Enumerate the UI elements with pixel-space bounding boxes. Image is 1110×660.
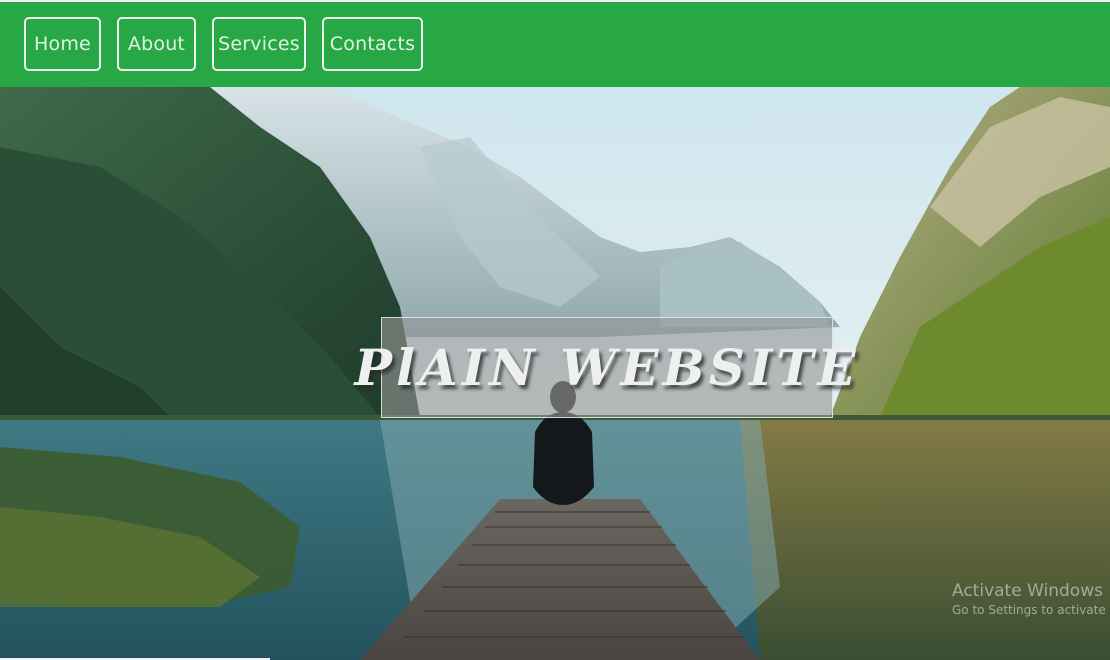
navbar: Home About Services Contacts <box>0 0 1110 87</box>
nav-about-button[interactable]: About <box>117 17 196 71</box>
activate-windows-watermark: Activate Windows Go to Settings to activ… <box>952 581 1106 617</box>
nav-list: Home About Services Contacts <box>0 2 1110 87</box>
nav-services-button[interactable]: Services <box>212 17 306 71</box>
nav-contacts-button[interactable]: Contacts <box>322 17 423 71</box>
watermark-line-2: Go to Settings to activate <box>952 603 1106 617</box>
watermark-line-1: Activate Windows <box>952 581 1103 601</box>
hero-section: PlAIN WEBSITE Activate Windows Go to Set… <box>0 87 1110 660</box>
nav-home-button[interactable]: Home <box>24 17 101 71</box>
hero-title-box: PlAIN WEBSITE <box>354 317 856 418</box>
hero-title: PlAIN WEBSITE <box>354 338 860 397</box>
